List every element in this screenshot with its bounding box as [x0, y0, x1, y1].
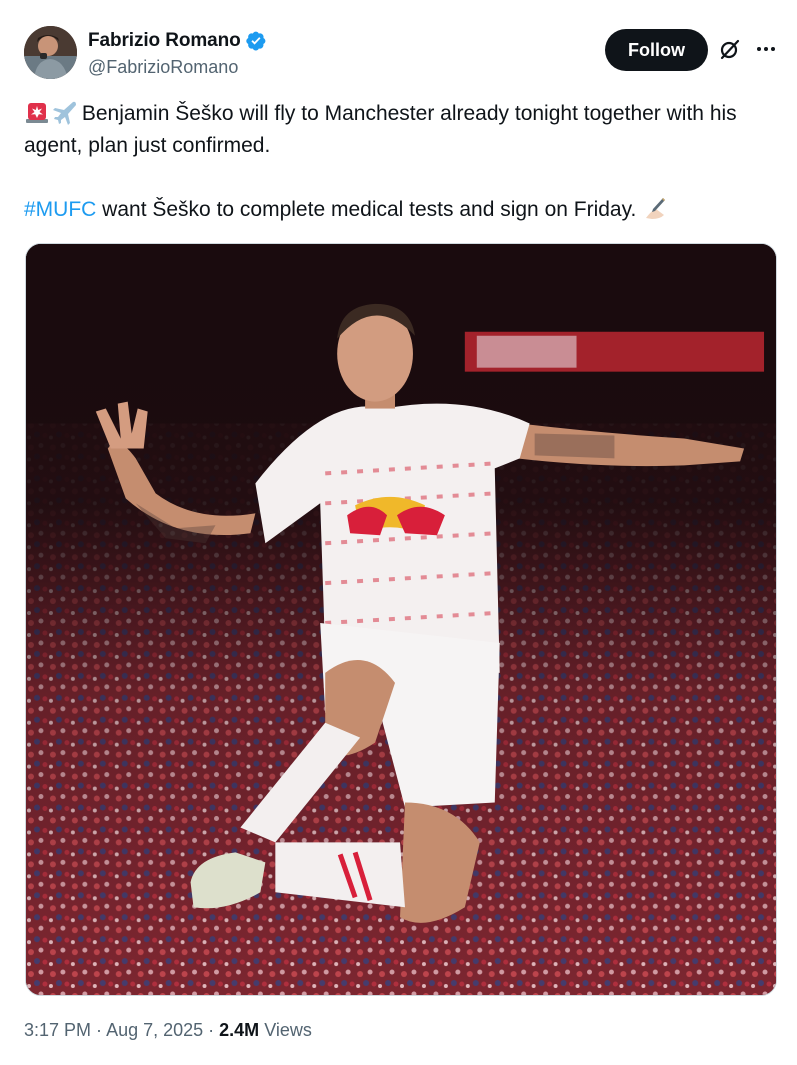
author-info: Fabrizio Romano @FabrizioRomano — [88, 28, 267, 78]
verified-badge-icon — [245, 30, 267, 52]
tweet-paragraph-2: #MUFC want Šeško to complete medical tes… — [24, 194, 764, 226]
tweet-date[interactable]: Aug 7, 2025 — [106, 1020, 203, 1040]
tweet-time[interactable]: 3:17 PM — [24, 1020, 91, 1040]
tweet: Fabrizio Romano @FabrizioRomano Follow B… — [0, 0, 797, 1065]
meta-separator-2: · — [203, 1020, 220, 1040]
airplane-emoji-icon — [50, 99, 76, 125]
tweet-image[interactable] — [25, 243, 777, 996]
tweet-header: Fabrizio Romano @FabrizioRomano Follow — [24, 26, 775, 82]
author-display-name[interactable]: Fabrizio Romano — [88, 30, 241, 52]
writing-hand-emoji-icon — [642, 195, 668, 221]
author-handle[interactable]: @FabrizioRomano — [88, 57, 267, 78]
rotating-light-emoji-icon — [24, 99, 50, 125]
tweet-line-2: want Šeško to complete medical tests and… — [96, 198, 643, 221]
tweet-text: Benjamin Šeško will fly to Manchester al… — [24, 98, 764, 226]
meta-separator: · — [91, 1020, 107, 1040]
tweet-line-1: Benjamin Šeško will fly to Manchester al… — [24, 102, 737, 157]
views-label: Views — [259, 1020, 312, 1040]
views-count: 2.4M — [219, 1020, 260, 1040]
tweet-paragraph-1: Benjamin Šeško will fly to Manchester al… — [24, 98, 764, 162]
more-options-icon[interactable] — [754, 37, 778, 61]
avatar[interactable] — [24, 26, 77, 79]
tweet-meta: 3:17 PM · Aug 7, 2025 · 2.4M Views — [24, 1020, 312, 1041]
hashtag-link[interactable]: #MUFC — [24, 198, 96, 221]
grok-icon[interactable] — [718, 37, 742, 61]
follow-button[interactable]: Follow — [605, 29, 708, 71]
